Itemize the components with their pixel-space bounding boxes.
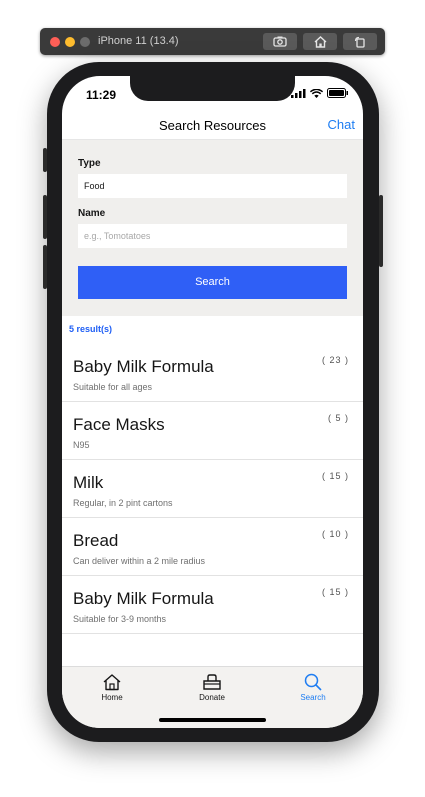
page-title: Search Resources [159,118,266,133]
power-button [379,195,383,267]
minimize-window-button[interactable] [65,37,75,47]
nav-bar: Search Resources Chat [62,114,363,140]
list-item[interactable]: Bread Can deliver within a 2 mile radius… [62,518,363,576]
simulator-toolbar: iPhone 11 (13.4) [40,28,385,55]
type-field[interactable]: Food [78,174,347,198]
screenshot-button[interactable] [263,33,297,50]
list-item[interactable]: Milk Regular, in 2 pint cartons ( 15 ) [62,460,363,518]
tab-label: Home [101,693,123,702]
item-title: Bread [73,531,119,550]
item-title: Baby Milk Formula [73,357,214,376]
tab-donate[interactable]: Donate [172,673,252,702]
tab-label: Donate [199,693,225,702]
item-title: Face Masks [73,415,165,434]
type-label: Type [78,158,101,169]
simulator-title: iPhone 11 (13.4) [98,35,179,47]
list-item[interactable]: Baby Milk Formula Suitable for all ages … [62,344,363,402]
sim-home-button[interactable] [303,33,337,50]
screenshot-icon [273,36,287,47]
volume-up-button [43,195,47,239]
notch [130,76,295,101]
close-window-button[interactable] [50,37,60,47]
item-title: Milk [73,473,104,492]
search-icon [304,673,322,691]
item-quantity: ( 10 ) [321,529,349,539]
home-icon [314,35,326,48]
mute-switch [43,148,47,172]
wifi-icon [310,88,323,98]
tab-home[interactable]: Home [72,673,152,702]
volume-down-button [43,245,47,289]
item-subtitle: Can deliver within a 2 mile radius [73,556,206,566]
results-list: Baby Milk Formula Suitable for all ages … [62,344,363,634]
search-button[interactable]: Search [78,266,347,299]
tab-search[interactable]: Search [273,673,353,702]
item-quantity: ( 15 ) [321,471,349,481]
name-field[interactable]: e.g., Tomotatoes [78,224,347,248]
status-time: 11:29 [86,88,117,102]
list-item[interactable]: Baby Milk Formula Suitable for 3-9 month… [62,576,363,634]
tab-label: Search [300,693,326,702]
rotate-icon [354,36,365,48]
basket-icon [203,674,221,690]
item-quantity: ( 5 ) [327,413,349,423]
home-icon [103,674,121,691]
rotate-button[interactable] [343,33,377,50]
item-subtitle: Regular, in 2 pint cartons [73,498,173,508]
item-subtitle: N95 [73,440,90,450]
item-subtitle: Suitable for all ages [73,382,153,392]
item-quantity: ( 23 ) [321,355,349,365]
home-indicator [159,718,266,722]
list-item[interactable]: Face Masks N95 ( 5 ) [62,402,363,460]
chat-button[interactable]: Chat [328,117,355,132]
item-subtitle: Suitable for 3-9 months [73,614,167,624]
status-icons [291,88,349,98]
result-count: 5 result(s) [69,324,113,334]
name-label: Name [78,208,106,219]
battery-icon [327,88,348,98]
phone-screen: 11:29 Search Resources Chat Type Food Na… [62,76,363,728]
item-quantity: ( 15 ) [321,587,349,597]
zoom-window-button[interactable] [80,37,90,47]
item-title: Baby Milk Formula [73,589,214,608]
